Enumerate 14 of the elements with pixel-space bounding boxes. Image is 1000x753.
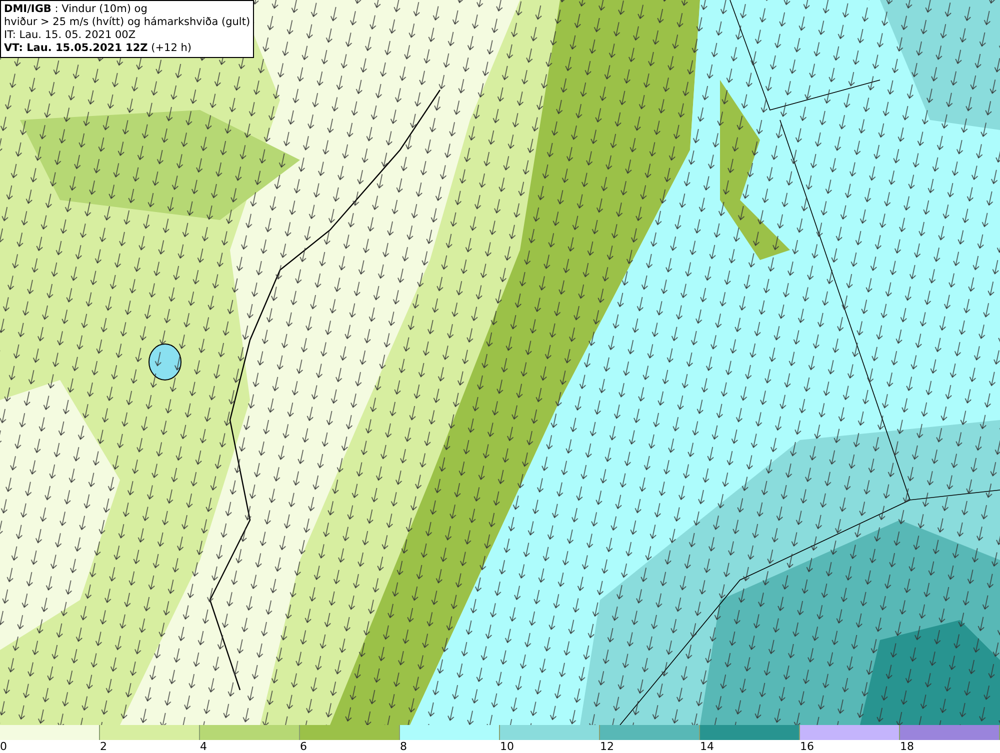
scale-label: 10 [500,740,514,753]
caption-line: IT: Lau. 15. 05. 2021 00Z [4,29,137,42]
caption-line: hviður > 25 m/s (hvítt) og hámarkshviða (gult) [4,16,250,29]
scale-label: 8 [400,740,407,753]
scale-label: 18 [900,740,914,753]
scale-label: 0 [0,740,7,753]
caption-line: DMI/IGB : Vindur (10m) og [4,3,148,16]
scale-label: 12 [600,740,614,753]
scale-label: 4 [200,740,207,753]
scale-label: 6 [300,740,307,753]
scale-label: 2 [100,740,107,753]
scale-label: 16 [800,740,814,753]
caption-line: VT: Lau. 15.05.2021 12Z (+12 h) [4,42,192,55]
scale-label: 14 [700,740,714,753]
